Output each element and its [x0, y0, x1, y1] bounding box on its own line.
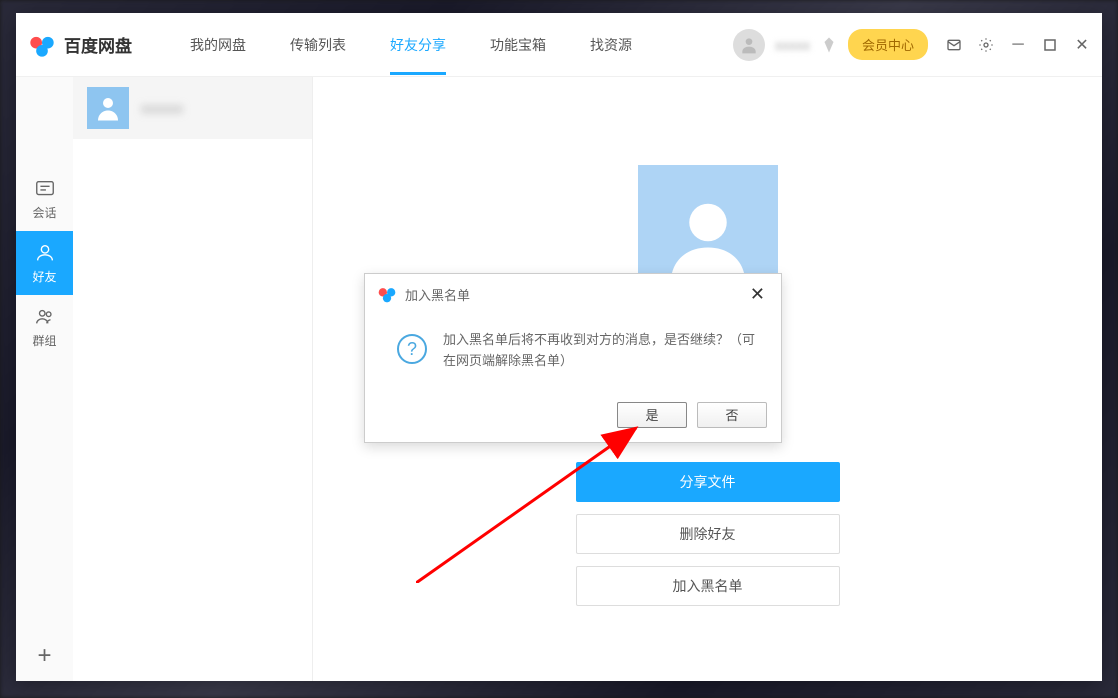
window-controls: ─ ✕: [946, 37, 1090, 53]
mail-icon[interactable]: [946, 37, 962, 53]
share-file-button[interactable]: 分享文件: [576, 462, 840, 502]
friend-list-item[interactable]: xxxxxx: [73, 77, 312, 139]
close-button[interactable]: ✕: [1074, 37, 1090, 53]
settings-icon[interactable]: [978, 37, 994, 53]
dialog-body: ? 加入黑名单后将不再收到对方的消息，是否继续？（可在网页端解除黑名单）: [365, 314, 781, 392]
nav-tabs: 我的网盘 传输列表 好友分享 功能宝箱 找资源: [168, 15, 654, 75]
friend-list: xxxxxx: [73, 77, 313, 681]
dialog-title: 加入黑名单: [405, 285, 470, 304]
user-avatar[interactable]: [733, 29, 765, 61]
app-title: 百度网盘: [64, 32, 132, 57]
dialog-yes-button[interactable]: 是: [617, 402, 687, 428]
app-window: 百度网盘 我的网盘 传输列表 好友分享 功能宝箱 找资源 xxxxx 会员中心 …: [16, 13, 1102, 681]
confirm-dialog: 加入黑名单 ✕ ? 加入黑名单后将不再收到对方的消息，是否继续？（可在网页端解除…: [364, 273, 782, 443]
question-icon: ?: [397, 334, 427, 364]
person-icon: [34, 242, 56, 264]
tab-my-disk[interactable]: 我的网盘: [168, 15, 268, 75]
sidebar-item-friends[interactable]: 好友: [16, 231, 73, 295]
sidebar-label: 会话: [32, 204, 56, 221]
titlebar: 百度网盘 我的网盘 传输列表 好友分享 功能宝箱 找资源 xxxxx 会员中心 …: [16, 13, 1102, 77]
dialog-message: 加入黑名单后将不再收到对方的消息，是否继续？（可在网页端解除黑名单）: [443, 330, 761, 372]
chat-icon: [34, 178, 56, 200]
tab-transfer[interactable]: 传输列表: [268, 15, 368, 75]
dialog-header: 加入黑名单 ✕: [365, 274, 781, 314]
friend-avatar-icon: [87, 87, 129, 129]
dialog-no-button[interactable]: 否: [697, 402, 767, 428]
sidebar-item-chat[interactable]: 会话: [16, 167, 73, 231]
friend-name: xxxxxx: [141, 100, 183, 116]
delete-friend-button[interactable]: 删除好友: [576, 514, 840, 554]
vip-badge-icon: [820, 36, 838, 54]
maximize-button[interactable]: [1042, 37, 1058, 53]
group-icon: [34, 306, 56, 328]
sidebar: 会话 好友 群组 +: [16, 77, 73, 681]
tab-friend-share[interactable]: 好友分享: [368, 15, 468, 75]
tab-tools[interactable]: 功能宝箱: [468, 15, 568, 75]
blacklist-button[interactable]: 加入黑名单: [576, 566, 840, 606]
sidebar-label: 群组: [32, 332, 56, 349]
baidu-netdisk-logo-icon: [28, 31, 56, 59]
add-button[interactable]: +: [16, 631, 73, 681]
dialog-close-button[interactable]: ✕: [746, 284, 769, 305]
sidebar-label: 好友: [32, 268, 56, 285]
tab-resources[interactable]: 找资源: [568, 15, 654, 75]
user-name: xxxxx: [775, 37, 810, 53]
logo-area: 百度网盘: [28, 31, 132, 59]
member-center-button[interactable]: 会员中心: [848, 29, 928, 60]
action-buttons: 分享文件 删除好友 加入黑名单: [576, 462, 840, 606]
dialog-footer: 是 否: [365, 392, 781, 442]
minimize-button[interactable]: ─: [1010, 37, 1026, 53]
baidu-netdisk-logo-icon: [377, 284, 397, 304]
sidebar-item-groups[interactable]: 群组: [16, 295, 73, 359]
titlebar-right: xxxxx 会员中心 ─ ✕: [733, 29, 1090, 61]
